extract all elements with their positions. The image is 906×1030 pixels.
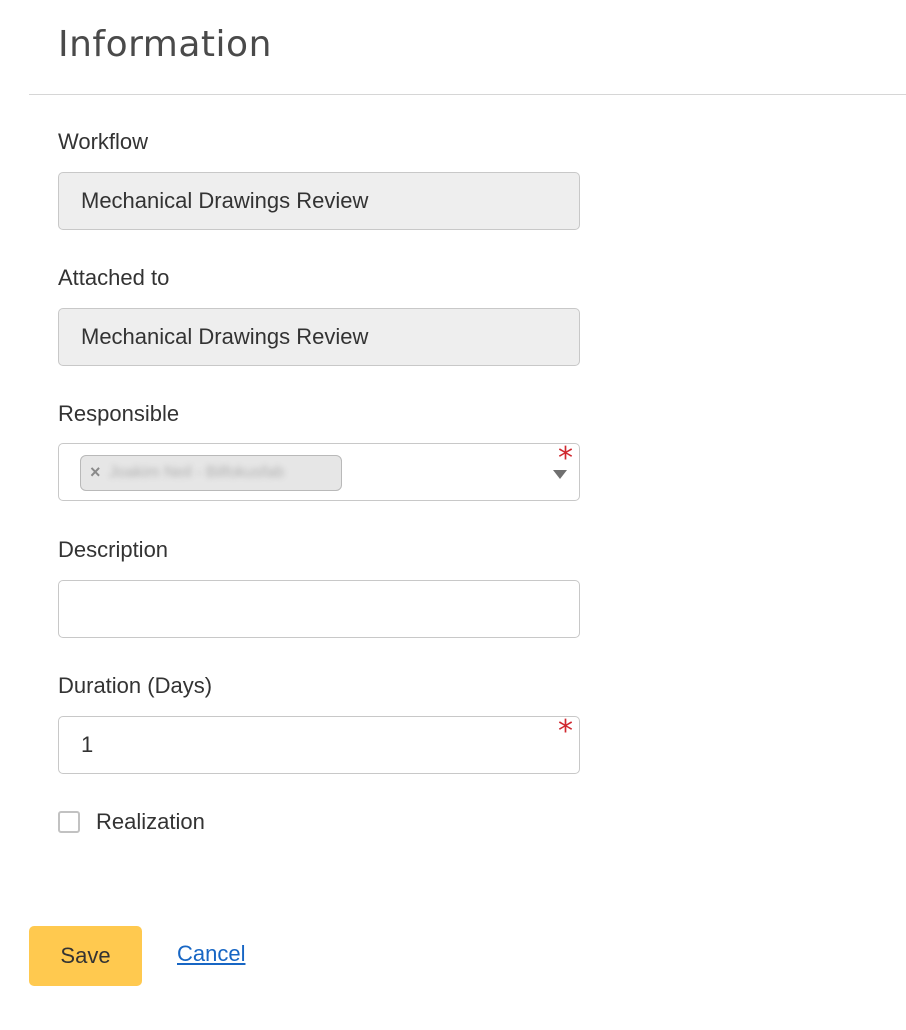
attached-to-value: Mechanical Drawings Review bbox=[81, 324, 369, 349]
realization-checkbox[interactable] bbox=[58, 811, 80, 833]
title-divider bbox=[29, 94, 906, 95]
realization-label[interactable]: Realization bbox=[96, 809, 205, 835]
description-input[interactable] bbox=[58, 580, 580, 638]
responsible-chip: × Joakim Neil - Bilfokusfab bbox=[80, 455, 342, 491]
responsible-label: Responsible bbox=[58, 401, 180, 426]
cancel-link[interactable]: Cancel bbox=[177, 941, 245, 967]
required-asterisk-icon: * bbox=[558, 714, 573, 749]
save-button[interactable]: Save bbox=[29, 926, 142, 986]
attached-to-label: Attached to bbox=[58, 265, 170, 290]
description-label: Description bbox=[58, 537, 169, 562]
page-title: Information bbox=[58, 24, 272, 65]
chip-text: Joakim Neil - Bilfokusfab bbox=[109, 464, 285, 481]
duration-label: Duration (Days) bbox=[58, 673, 213, 698]
workflow-label: Workflow bbox=[58, 129, 149, 154]
responsible-select[interactable]: × Joakim Neil - Bilfokusfab * bbox=[58, 443, 580, 501]
workflow-field: Mechanical Drawings Review bbox=[58, 172, 580, 230]
duration-input[interactable]: 1 * bbox=[58, 716, 580, 774]
information-panel: Information Workflow Mechanical Drawings… bbox=[0, 0, 906, 1030]
workflow-value: Mechanical Drawings Review bbox=[81, 188, 369, 213]
chevron-down-icon[interactable] bbox=[553, 470, 567, 479]
duration-value: 1 bbox=[81, 732, 94, 757]
chip-remove-icon[interactable]: × bbox=[90, 462, 101, 483]
attached-to-field: Mechanical Drawings Review bbox=[58, 308, 580, 366]
